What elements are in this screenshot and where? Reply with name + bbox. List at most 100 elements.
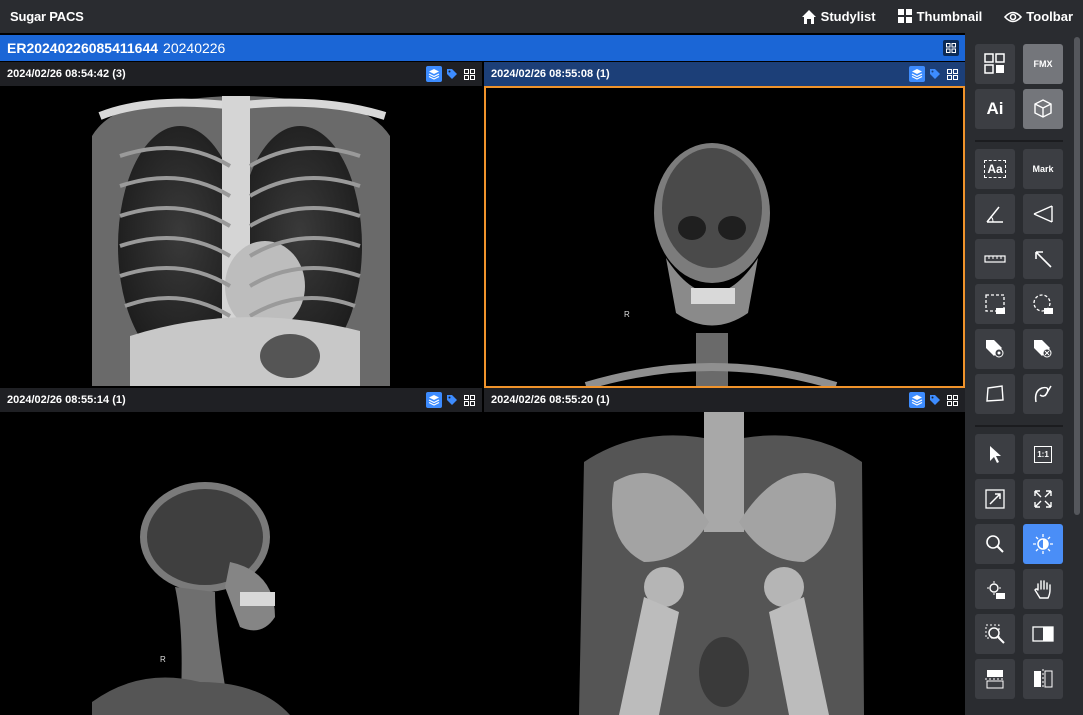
skull-lateral-xray-image: [92, 482, 290, 715]
grid-icon: [463, 68, 475, 80]
flip-vertical-tool[interactable]: [975, 659, 1015, 699]
freehand-tool[interactable]: [1023, 374, 1063, 414]
text-annotation-tool[interactable]: Aa: [975, 149, 1015, 189]
viewport-skull-frontal[interactable]: R: [484, 86, 965, 388]
series-layout-tool[interactable]: [975, 44, 1015, 84]
polygon-tool[interactable]: [975, 374, 1015, 414]
cobb-angle-tool[interactable]: [1023, 194, 1063, 234]
toolbar-divider: [975, 425, 1063, 427]
viewport-layout-button[interactable]: [945, 393, 959, 407]
ruler-tool[interactable]: [975, 239, 1015, 279]
ai-tool[interactable]: Ai: [975, 89, 1015, 129]
flip-horizontal-icon: [1034, 669, 1053, 689]
home-icon: [801, 9, 816, 24]
polygon-icon: [986, 385, 1004, 402]
study-date: 20240226: [163, 40, 226, 56]
grid-icon: [463, 394, 475, 406]
pelvis-xray-image: [579, 412, 864, 715]
resize-icon: [985, 489, 1005, 509]
viewport-header-2: 2024/02/26 08:55:08 (1): [484, 62, 965, 86]
pan-tool[interactable]: [1023, 569, 1063, 609]
toolbar-label: Toolbar: [1026, 9, 1073, 24]
tag-icon: [447, 395, 457, 405]
layers-icon: [911, 395, 923, 406]
thumbnail-button[interactable]: Thumbnail: [897, 9, 983, 24]
zoom-to-fit-tool[interactable]: [975, 479, 1015, 519]
hide-annotations-tool[interactable]: [1023, 329, 1063, 369]
mark-label: Mark: [1032, 164, 1054, 174]
cobb-angle-icon: [1033, 205, 1053, 223]
studylist-label: Studylist: [820, 9, 876, 24]
magnifier-box-icon: [985, 624, 1005, 644]
tag-eye-icon: [986, 340, 1004, 358]
viewport-header-1: 2024/02/26 08:54:42 (3): [0, 62, 482, 86]
viewport-timestamp: 2024/02/26 08:55:20 (1): [491, 394, 610, 406]
viewport-timestamp: 2024/02/26 08:55:14 (1): [7, 394, 126, 406]
hand-icon: [1034, 580, 1051, 599]
arrow-tool[interactable]: [1023, 239, 1063, 279]
pointer-tool[interactable]: [975, 434, 1015, 474]
show-annotations-tool[interactable]: [975, 329, 1015, 369]
viewport-pelvis[interactable]: [484, 412, 965, 715]
skull-frontal-xray-image: [584, 143, 838, 386]
brightness-icon: [1033, 534, 1053, 554]
roi-window-level-tool[interactable]: [975, 569, 1015, 609]
orientation-marker: R: [160, 655, 166, 664]
viewport-layout-button[interactable]: [945, 67, 959, 81]
brightness-roi-icon: [987, 581, 1005, 599]
sidebar-scrollbar[interactable]: [1074, 37, 1080, 515]
expand-icon: [1034, 490, 1052, 508]
zoom-tool[interactable]: [975, 524, 1015, 564]
magnify-tool[interactable]: [975, 614, 1015, 654]
tag-button[interactable]: [929, 67, 941, 81]
stack-button[interactable]: [909, 392, 925, 408]
viewport-header-4: 2024/02/26 08:55:20 (1): [484, 388, 965, 412]
rectangle-roi-tool[interactable]: [975, 284, 1015, 324]
series-grid-icon: [984, 53, 1005, 74]
tag-button[interactable]: [929, 393, 941, 407]
grid-icon: [946, 68, 958, 80]
fmx-tool[interactable]: FMX: [1023, 44, 1063, 84]
mark-tool[interactable]: Mark: [1023, 149, 1063, 189]
layers-icon: [428, 69, 440, 80]
toolbar-button[interactable]: Toolbar: [1004, 9, 1073, 24]
tag-button[interactable]: [446, 393, 458, 407]
freehand-icon: [1034, 385, 1052, 403]
cursor-icon: [990, 446, 1001, 463]
eye-icon: [1004, 11, 1023, 22]
text-annotation-label: Aa: [984, 160, 1006, 178]
stack-button[interactable]: [426, 392, 442, 408]
mpr-tool[interactable]: [1023, 89, 1063, 129]
ellipse-roi-tool[interactable]: [1023, 284, 1063, 324]
angle-tool[interactable]: [975, 194, 1015, 234]
viewport-skull-lateral[interactable]: R: [0, 412, 482, 715]
stack-button[interactable]: [909, 66, 925, 82]
fullscreen-tool[interactable]: [1023, 479, 1063, 519]
top-bar: Sugar PACS Studylist Thumbnail Toolbar: [0, 0, 1083, 33]
layout-grid-button[interactable]: [943, 40, 959, 56]
top-nav: Studylist Thumbnail Toolbar: [801, 0, 1073, 33]
thumbnail-icon: [897, 9, 912, 23]
viewport-chest[interactable]: [0, 86, 482, 386]
angle-icon: [986, 206, 1003, 223]
studylist-button[interactable]: Studylist: [801, 9, 876, 25]
tag-button[interactable]: [446, 67, 458, 81]
window-level-tool[interactable]: [1023, 524, 1063, 564]
invert-icon: [1032, 626, 1054, 642]
tag-icon: [447, 69, 457, 79]
study-id: ER20240226085411644: [7, 40, 159, 56]
magnifier-icon: [986, 535, 1004, 553]
orientation-marker: R: [624, 310, 630, 319]
arrow-icon: [1035, 251, 1052, 268]
actual-size-tool[interactable]: 1:1: [1023, 434, 1063, 474]
toolbar-divider: [975, 140, 1063, 142]
viewport-layout-button[interactable]: [462, 67, 476, 81]
chest-xray-image: [92, 96, 390, 386]
flip-horizontal-tool[interactable]: [1023, 659, 1063, 699]
stack-button[interactable]: [426, 66, 442, 82]
fmx-label: FMX: [1033, 59, 1053, 69]
tag-icon: [930, 69, 940, 79]
thumbnail-label: Thumbnail: [916, 9, 983, 24]
viewport-layout-button[interactable]: [462, 393, 476, 407]
invert-tool[interactable]: [1023, 614, 1063, 654]
